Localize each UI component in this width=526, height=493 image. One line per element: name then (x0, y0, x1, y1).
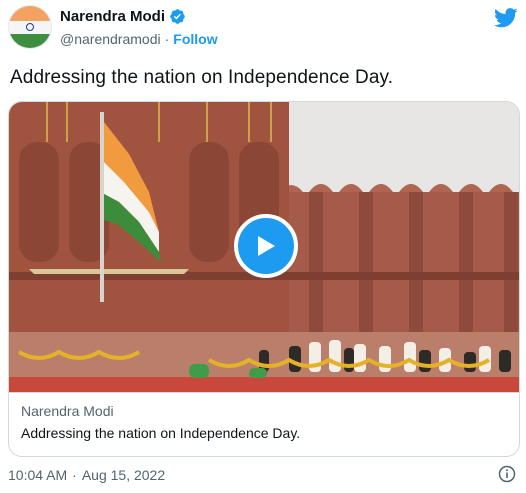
author-handle-row: @narendramodi · Follow (60, 31, 218, 47)
handle-separator: · (164, 31, 170, 47)
card-source: Narendra Modi (21, 403, 114, 419)
timestamp-separator: · (72, 467, 77, 483)
media-card[interactable]: Narendra Modi Addressing the nation on I… (8, 101, 520, 457)
play-icon (258, 236, 275, 256)
tweet-embed: Narendra Modi @narendramodi · Follow Add… (0, 0, 526, 493)
info-icon[interactable] (498, 465, 516, 483)
follow-button[interactable]: Follow (173, 31, 217, 47)
avatar[interactable] (8, 5, 52, 49)
twitter-bird-icon[interactable] (493, 8, 518, 33)
video-thumbnail[interactable] (9, 102, 519, 392)
tweet-date: Aug 15, 2022 (81, 467, 166, 483)
tweet-timestamp[interactable]: 10:04 AM · Aug 15, 2022 (8, 467, 165, 483)
author-name-row: Narendra Modi (60, 8, 186, 25)
card-caption[interactable]: Narendra Modi Addressing the nation on I… (9, 392, 519, 451)
play-button[interactable] (234, 214, 298, 278)
tweet-text: Addressing the nation on Independence Da… (10, 67, 394, 88)
author-name[interactable]: Narendra Modi (60, 8, 165, 25)
card-title: Addressing the nation on Independence Da… (21, 425, 301, 441)
tweet-time: 10:04 AM (8, 467, 68, 483)
verified-badge-icon (169, 8, 186, 25)
author-handle[interactable]: @narendramodi (60, 31, 161, 47)
